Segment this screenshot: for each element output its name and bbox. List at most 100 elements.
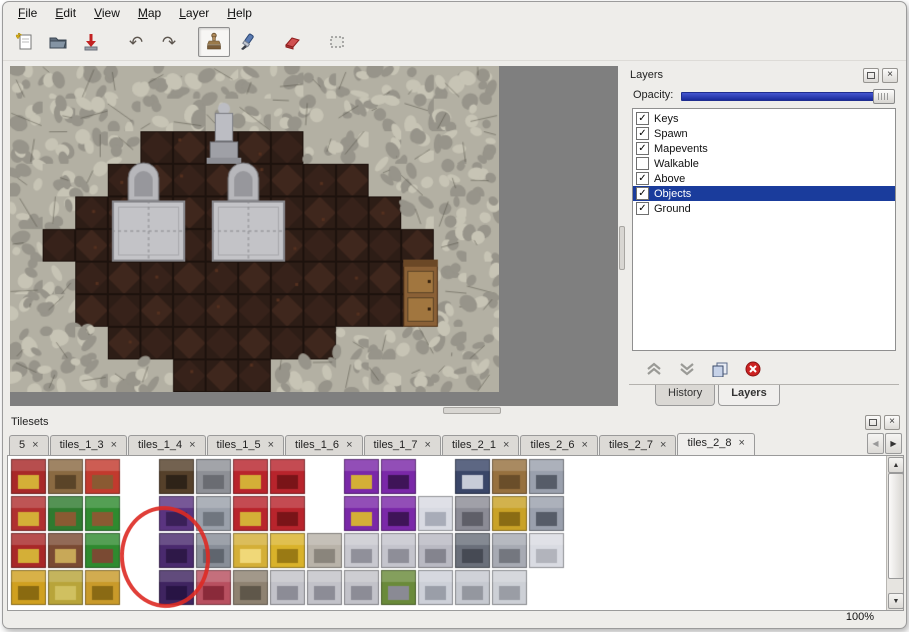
layer-visibility-checkbox[interactable]: ✓ — [636, 172, 649, 185]
toolbar: ↶ ↷ — [3, 24, 906, 61]
layer-row-spawn[interactable]: ✓ Spawn — [633, 126, 895, 141]
eraser-tool-button[interactable] — [276, 27, 308, 57]
close-panel-button[interactable]: × — [882, 68, 898, 83]
up-arrow-icon: ▲ — [893, 462, 900, 469]
layer-row-objects[interactable]: ✓Objects — [633, 186, 895, 201]
down-arrow-icon: ▼ — [893, 598, 900, 605]
delete-layer-button[interactable] — [745, 361, 761, 377]
tileset-tab-tiles_2_6[interactable]: tiles_2_6× — [520, 435, 597, 455]
tileset-tab-label: tiles_1_4 — [138, 439, 182, 451]
layer-row-walkable[interactable]: Walkable — [633, 156, 895, 171]
left-arrow-icon: ◀ — [872, 439, 878, 448]
tab-close-icon[interactable]: × — [268, 441, 274, 450]
scroll-up-button[interactable]: ▲ — [888, 457, 904, 473]
tab-close-icon[interactable]: × — [503, 441, 509, 450]
splitter-grip[interactable] — [619, 226, 625, 270]
dock-tab-history[interactable]: History — [655, 385, 715, 406]
menu-layer[interactable]: Layer — [170, 4, 218, 22]
eraser-tool-icon — [282, 32, 302, 52]
tileset-tab-5[interactable]: 5× — [9, 435, 49, 455]
layer-label: Walkable — [654, 158, 699, 170]
tileset-tab-tiles_1_7[interactable]: tiles_1_7 × — [364, 435, 441, 455]
opacity-slider[interactable] — [681, 90, 895, 101]
vertical-splitter[interactable] — [618, 66, 625, 406]
close-icon: × — [887, 70, 893, 80]
tileset-tab-label: tiles_1_7 — [374, 439, 418, 451]
right-arrow-icon: ▶ — [890, 439, 896, 448]
close-panel-button[interactable]: × — [884, 415, 900, 430]
new-button[interactable] — [9, 27, 41, 57]
duplicate-layer-button[interactable] — [712, 362, 728, 377]
layer-row-keys[interactable]: ✓ Keys — [633, 111, 895, 126]
layer-visibility-checkbox[interactable] — [636, 157, 649, 170]
opacity-row: Opacity: — [626, 84, 902, 106]
tab-close-icon[interactable]: × — [189, 441, 195, 450]
tileset-tab-label: 5 — [19, 439, 25, 451]
opacity-label: Opacity: — [633, 89, 673, 101]
selection-rect-icon — [327, 32, 347, 52]
menu-map[interactable]: Map — [129, 4, 170, 22]
undo-button[interactable]: ↶ — [120, 27, 152, 57]
tileset-tab-label: tiles_2_7 — [609, 439, 653, 451]
tab-close-icon[interactable]: × — [738, 439, 744, 448]
layer-visibility-checkbox[interactable]: ✓ — [636, 112, 649, 125]
tilesets-panel-title: Tilesets — [11, 416, 49, 428]
scroll-tabs-right-button[interactable]: ▶ — [885, 433, 902, 454]
new-file-icon — [15, 32, 35, 52]
map-canvas[interactable] — [10, 66, 499, 392]
layers-panel-title: Layers — [630, 69, 663, 81]
map-canvas-area[interactable] — [10, 66, 618, 406]
undo-icon: ↶ — [129, 34, 143, 51]
dock-tab-layers[interactable]: Layers — [718, 385, 779, 406]
layer-visibility-checkbox[interactable]: ✓ — [636, 142, 649, 155]
scroll-tabs-left-button[interactable]: ◀ — [867, 433, 884, 454]
select-tool-button[interactable] — [321, 27, 353, 57]
layer-row-ground[interactable]: ✓Ground — [633, 201, 895, 216]
tileset-scrollbar[interactable]: ▲ ▼ — [886, 456, 903, 610]
layer-row-above[interactable]: ✓Above — [633, 171, 895, 186]
open-button[interactable] — [42, 27, 74, 57]
tab-close-icon[interactable]: × — [660, 441, 666, 450]
app-window: FileEditViewMapLayerHelp ↶ — [2, 1, 907, 629]
redo-button[interactable]: ↷ — [153, 27, 185, 57]
tileset-tab-tiles_1_3[interactable]: tiles_1_3× — [50, 435, 127, 455]
tileset-content[interactable]: ▲ ▼ — [7, 455, 904, 611]
tab-close-icon[interactable]: × — [111, 441, 117, 450]
scroll-down-button[interactable]: ▼ — [888, 593, 904, 609]
save-button[interactable] — [75, 27, 107, 57]
layer-visibility-checkbox[interactable]: ✓ — [636, 127, 649, 140]
move-layer-down-button[interactable] — [679, 362, 695, 376]
brush-tool-icon — [237, 32, 257, 52]
tab-close-icon[interactable]: × — [582, 441, 588, 450]
layer-visibility-checkbox[interactable]: ✓ — [636, 202, 649, 215]
tileset-tab-tiles_2_8[interactable]: tiles_2_8× — [677, 433, 754, 455]
zoom-level: 100% — [846, 611, 874, 623]
stamp-tool-button[interactable] — [198, 27, 230, 57]
float-panel-button[interactable] — [863, 68, 879, 83]
brush-tool-button[interactable] — [231, 27, 263, 57]
tileset-tab-tiles_1_5[interactable]: tiles_1_5× — [207, 435, 284, 455]
tab-close-icon[interactable]: × — [32, 441, 38, 450]
opacity-slider-handle[interactable] — [873, 89, 895, 104]
layer-label: Keys — [654, 113, 678, 125]
tab-close-icon[interactable]: × — [425, 441, 431, 450]
tab-close-icon[interactable]: × — [346, 441, 352, 450]
tileset-tab-tiles_2_1[interactable]: tiles_2_1 × — [442, 435, 519, 455]
float-panel-button[interactable] — [865, 415, 881, 430]
layer-label: Spawn — [654, 128, 688, 140]
move-layer-up-button[interactable] — [646, 362, 662, 376]
tileset-tab-label: tiles_2_1 — [452, 439, 496, 451]
redo-icon: ↷ — [162, 34, 176, 51]
layer-visibility-checkbox[interactable]: ✓ — [636, 187, 649, 200]
layer-row-mapevents[interactable]: ✓Mapevents — [633, 141, 895, 156]
scrollbar-thumb[interactable] — [888, 473, 904, 579]
menu-file[interactable]: File — [9, 4, 46, 22]
open-folder-icon — [48, 32, 68, 52]
menu-view[interactable]: View — [85, 4, 129, 22]
menu-edit[interactable]: Edit — [46, 4, 85, 22]
tileset-tab-tiles_1_4[interactable]: tiles_1_4 × — [128, 435, 205, 455]
tileset-tab-tiles_1_6[interactable]: tiles_1_6× — [285, 435, 362, 455]
tileset-tab-tiles_2_7[interactable]: tiles_2_7 × — [599, 435, 676, 455]
menu-help[interactable]: Help — [218, 4, 261, 22]
opacity-slider-track[interactable] — [681, 92, 893, 101]
